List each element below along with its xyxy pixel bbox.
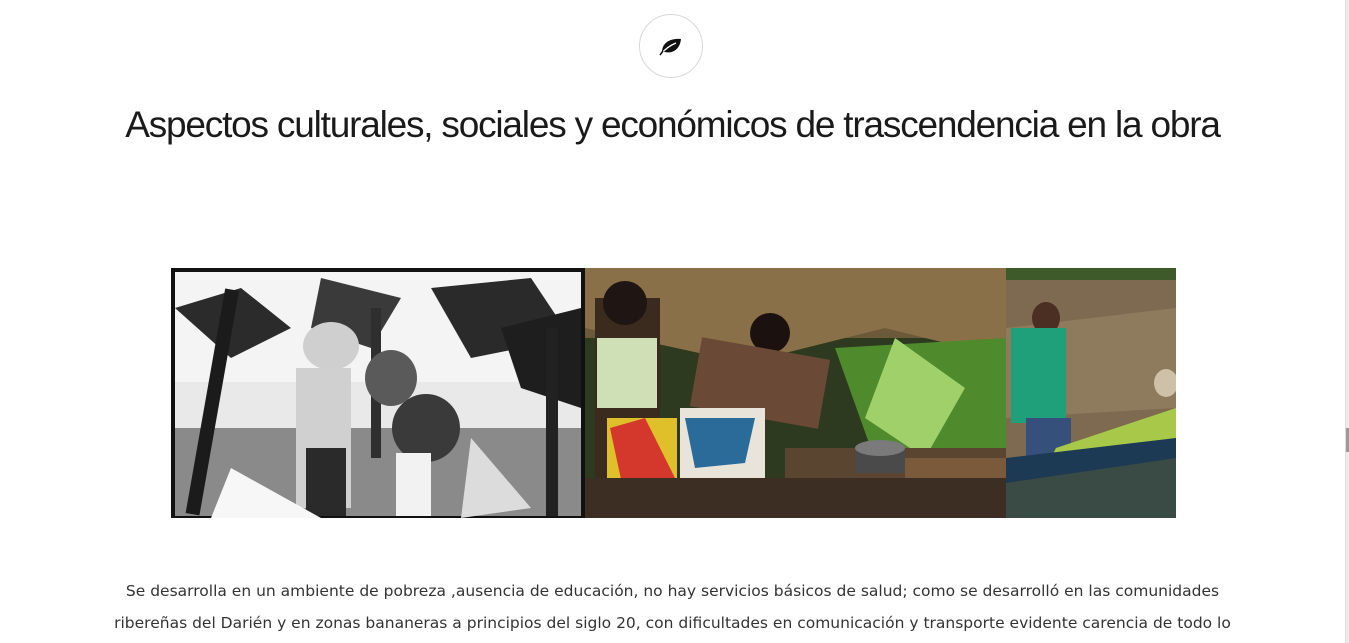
- body-paragraph: Se desarrolla en un ambiente de pobreza …: [114, 582, 1231, 632]
- leaf-icon-badge: [639, 14, 703, 78]
- photo-village-cooking[interactable]: [585, 268, 1006, 518]
- page-title: Aspectos culturales, sociales y económic…: [125, 104, 1221, 145]
- photo-banana-plantation[interactable]: [171, 268, 585, 518]
- bw-photo-image: [171, 268, 585, 518]
- leaf-icon: [659, 38, 681, 56]
- photo-river-canoe[interactable]: [1006, 268, 1176, 518]
- color-photo-image: [1006, 268, 1176, 518]
- photo-gallery: [171, 268, 1176, 518]
- scrollbar-track[interactable]: [1345, 0, 1349, 643]
- color-photo-image: [585, 268, 1006, 518]
